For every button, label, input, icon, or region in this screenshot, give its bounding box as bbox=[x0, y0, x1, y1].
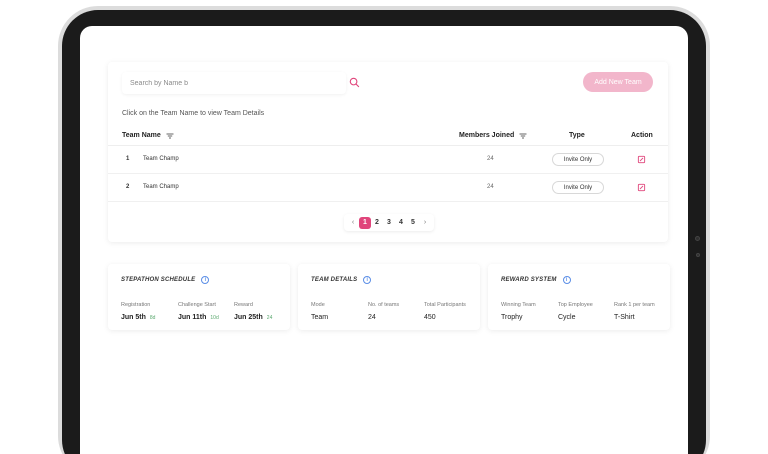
stat-value: 24 bbox=[368, 314, 376, 321]
stat-label: Top Employee bbox=[558, 302, 593, 308]
stat-label: Challenge Start bbox=[178, 302, 216, 308]
stat-label: Mode bbox=[311, 302, 325, 308]
add-new-team-button[interactable]: Add New Team bbox=[583, 72, 653, 92]
column-team-name-label: Team Name bbox=[122, 132, 161, 139]
edit-icon[interactable] bbox=[637, 155, 646, 164]
pagination-page-2[interactable]: 2 bbox=[371, 217, 383, 229]
card-title: STEPATHON SCHEDULE i bbox=[121, 276, 210, 284]
stat-reward: Reward Jun 25th 24 bbox=[234, 302, 272, 321]
pagination-page-1[interactable]: 1 bbox=[359, 216, 371, 229]
stat-top-employee: Top Employee Cycle bbox=[558, 302, 593, 321]
pagination-next-button[interactable]: › bbox=[419, 217, 431, 229]
info-icon[interactable]: i bbox=[201, 276, 210, 284]
column-type: Type bbox=[569, 132, 585, 139]
stat-label: Winning Team bbox=[501, 302, 536, 308]
pagination-page-3[interactable]: 3 bbox=[383, 217, 395, 229]
stat-mode: Mode Team bbox=[311, 302, 328, 321]
stat-value: Trophy bbox=[501, 314, 523, 321]
stat-label: Registration bbox=[121, 302, 151, 308]
column-team-name[interactable]: Team Name bbox=[122, 132, 174, 139]
stat-value: Jun 25th bbox=[234, 314, 263, 321]
tablet-screen: Add New Team Click on the Team Name to v… bbox=[80, 26, 688, 454]
stat-label: No. of teams bbox=[368, 302, 400, 308]
stepathon-schedule-card: STEPATHON SCHEDULE i Registration Jun 5t… bbox=[108, 264, 290, 330]
row-number: 1 bbox=[126, 156, 130, 162]
table-row[interactable]: 1 Team Champ 24 Invite Only bbox=[108, 146, 668, 174]
stat-challenge-start: Challenge Start Jun 11th 10d bbox=[178, 302, 219, 321]
sensor-icon bbox=[696, 253, 700, 257]
pagination-page-5[interactable]: 5 bbox=[407, 217, 419, 229]
stat-sub: 10d bbox=[210, 315, 219, 321]
tablet-side bbox=[694, 0, 708, 454]
pagination: ‹ 1 2 3 4 5 › bbox=[344, 214, 434, 231]
stat-value: Cycle bbox=[558, 314, 576, 321]
stat-value: Jun 5th bbox=[121, 314, 146, 321]
table-header: Team Name Members Joined Type Action bbox=[108, 128, 668, 146]
pagination-page-4[interactable]: 4 bbox=[395, 217, 407, 229]
stat-value: T-Shirt bbox=[614, 314, 635, 321]
members-joined-value: 24 bbox=[487, 156, 494, 162]
filter-icon[interactable] bbox=[519, 133, 527, 139]
team-name-link[interactable]: Team Champ bbox=[143, 184, 179, 190]
stat-sub: 24 bbox=[266, 315, 273, 321]
table-hint: Click on the Team Name to view Team Deta… bbox=[122, 110, 265, 117]
stat-total-participants: Total Participants 450 bbox=[424, 302, 466, 321]
reward-system-card: REWARD SYSTEM i Winning Team Trophy Top … bbox=[488, 264, 670, 330]
camera-icon bbox=[695, 236, 700, 241]
stat-rank-1-per-team: Rank 1 per team T-Shirt bbox=[614, 302, 655, 321]
column-members-joined-label: Members Joined bbox=[459, 132, 515, 139]
row-number: 2 bbox=[126, 184, 130, 190]
info-icon[interactable]: i bbox=[363, 276, 372, 284]
card-title-text: TEAM DETAILS bbox=[311, 277, 358, 283]
pagination-prev-button[interactable]: ‹ bbox=[347, 217, 359, 229]
teams-table-card: Add New Team Click on the Team Name to v… bbox=[108, 62, 668, 242]
team-details-card: TEAM DETAILS i Mode Team No. of teams 24… bbox=[298, 264, 480, 330]
stat-value: Team bbox=[311, 314, 329, 321]
stat-value: Jun 11th bbox=[178, 314, 207, 321]
stat-label: Rank 1 per team bbox=[614, 302, 655, 308]
members-joined-value: 24 bbox=[487, 184, 494, 190]
edit-icon[interactable] bbox=[637, 183, 646, 192]
stat-sub: 8d bbox=[149, 315, 156, 321]
team-type-badge: Invite Only bbox=[552, 181, 604, 194]
column-action-label: Action bbox=[631, 132, 653, 139]
search-icon[interactable] bbox=[349, 77, 360, 88]
table-row[interactable]: 2 Team Champ 24 Invite Only bbox=[108, 174, 668, 202]
stat-label: Total Participants bbox=[424, 302, 466, 308]
stat-no-of-teams: No. of teams 24 bbox=[368, 302, 399, 321]
info-icon[interactable]: i bbox=[562, 276, 571, 284]
stat-winning-team: Winning Team Trophy bbox=[501, 302, 536, 321]
search-input[interactable] bbox=[130, 79, 320, 87]
card-title-text: STEPATHON SCHEDULE bbox=[121, 277, 196, 283]
stat-value: 450 bbox=[424, 314, 436, 321]
filter-icon[interactable] bbox=[166, 133, 174, 139]
column-action: Action bbox=[631, 132, 653, 139]
stat-registration: Registration Jun 5th 8d bbox=[121, 302, 155, 321]
team-type-badge: Invite Only bbox=[552, 153, 604, 166]
search-box[interactable] bbox=[122, 72, 360, 94]
stat-label: Reward bbox=[234, 302, 253, 308]
team-name-link[interactable]: Team Champ bbox=[143, 156, 179, 162]
card-title: TEAM DETAILS i bbox=[311, 276, 372, 284]
column-members-joined[interactable]: Members Joined bbox=[459, 132, 527, 139]
column-type-label: Type bbox=[569, 132, 585, 139]
card-title-text: REWARD SYSTEM bbox=[501, 277, 557, 283]
card-title: REWARD SYSTEM i bbox=[501, 276, 571, 284]
